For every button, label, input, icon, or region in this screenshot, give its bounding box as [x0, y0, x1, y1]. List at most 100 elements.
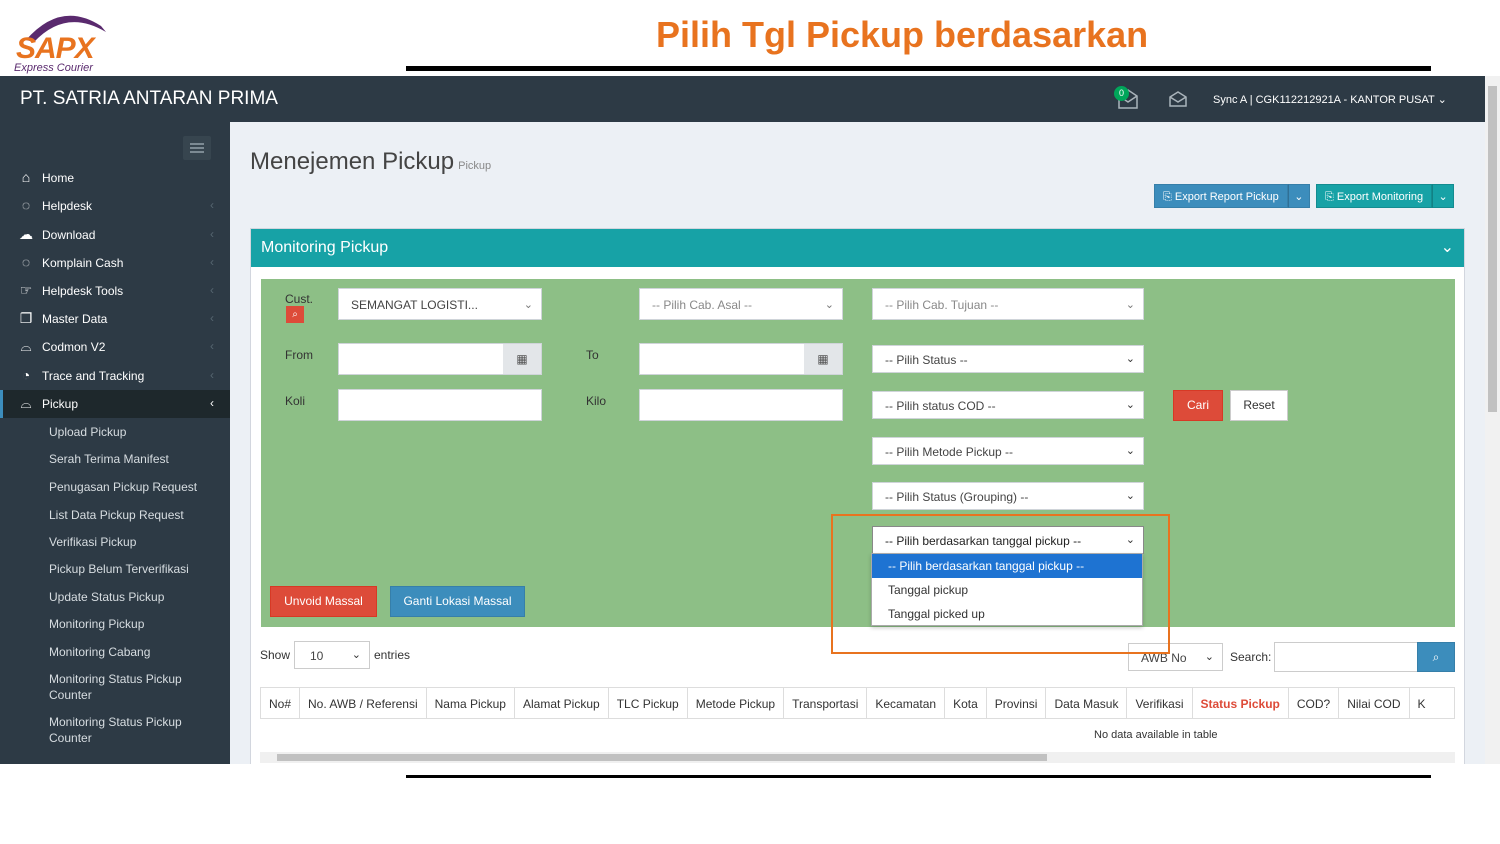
column-no[interactable]: No# — [261, 688, 301, 718]
divider-top — [406, 66, 1431, 71]
home-icon: ⌂ — [21, 169, 31, 185]
export-icon: ⎘ — [1163, 191, 1175, 203]
column-tlc-pickup[interactable]: TLC Pickup — [609, 688, 688, 718]
cab-asal-value: -- Pilih Cab. Asal -- — [652, 298, 753, 312]
submenu-upload-pickup[interactable]: Upload Pickup — [49, 424, 219, 440]
export-monitoring-label: Export Monitoring — [1336, 191, 1424, 203]
search-input[interactable] — [1274, 642, 1418, 672]
column-data-masuk[interactable]: Data Masuk — [1046, 688, 1128, 718]
status-cod-select[interactable]: -- Pilih status COD -- ⌄ — [872, 391, 1144, 419]
scrollbar-thumb[interactable] — [277, 754, 1047, 761]
chat-icon: ◌ — [21, 254, 31, 270]
cari-button[interactable]: Cari — [1173, 390, 1223, 421]
calendar-icon[interactable]: ▦ — [804, 344, 842, 374]
export-monitoring-dropdown-button[interactable]: ⌄ — [1432, 184, 1455, 208]
chevron-down-icon: ⌄ — [351, 649, 361, 661]
sidebar-item-home[interactable]: ⌂ Home — [0, 164, 230, 192]
column-kota[interactable]: Kota — [945, 688, 987, 718]
status-value: -- Pilih Status -- — [885, 353, 968, 367]
topbar: PT. SATRIA ANTARAN PRIMA 0 Sync A | CGK1… — [0, 76, 1485, 122]
slide-title: Pilih Tgl Pickup berdasarkan — [656, 14, 1149, 55]
page-title: Menejemen Pickup Pickup — [250, 148, 491, 176]
submenu-list-data-pickup[interactable]: List Data Pickup Request — [49, 507, 219, 523]
horizontal-scrollbar[interactable] — [260, 752, 1455, 763]
sidebar-item-codmon[interactable]: ⌓ Codmon V2 ‹ — [0, 333, 230, 361]
column-cod[interactable]: COD? — [1289, 688, 1340, 718]
sapx-logo: SAPX Express Courier — [6, 4, 110, 74]
chevron-down-icon: ⌄ — [824, 299, 834, 311]
column-k[interactable]: K — [1410, 688, 1434, 718]
page-title-text: Menejemen Pickup — [250, 148, 455, 175]
metode-pickup-select[interactable]: -- Pilih Metode Pickup -- ⌄ — [872, 437, 1144, 465]
sidebar-item-label: Trace and Tracking — [42, 369, 145, 383]
submenu-monitoring-cabang[interactable]: Monitoring Cabang — [49, 644, 219, 660]
user-menu[interactable]: Sync A | CGK112212921A - KANTOR PUSAT ⌄ — [1213, 93, 1447, 106]
sidebar-item-helpdesk[interactable]: ◌ Helpdesk ‹ — [0, 192, 230, 220]
kilo-input[interactable] — [639, 389, 843, 421]
kilo-label: Kilo — [586, 394, 607, 408]
column-kecamatan[interactable]: Kecamatan — [867, 688, 946, 718]
ganti-lokasi-massal-button[interactable]: Ganti Lokasi Massal — [390, 586, 525, 617]
from-date-input[interactable]: ▦ — [338, 343, 542, 375]
column-nama-pickup[interactable]: Nama Pickup — [427, 688, 515, 718]
submenu-penugasan-pickup[interactable]: Penugasan Pickup Request — [49, 479, 219, 495]
entries-select[interactable]: 10 ⌄ — [294, 641, 370, 669]
submenu-update-status-pickup[interactable]: Update Status Pickup — [49, 589, 219, 605]
column-transportasi[interactable]: Transportasi — [784, 688, 868, 718]
export-monitoring-group: ⎘ Export Monitoring ⌄ — [1316, 184, 1455, 208]
submenu-pickup-belum-terverifikasi[interactable]: Pickup Belum Terverifikasi — [49, 561, 219, 577]
column-awb[interactable]: No. AWB / Referensi — [300, 688, 427, 718]
vertical-scrollbar[interactable] — [1485, 76, 1500, 764]
sidebar-item-download[interactable]: ☁ Download ‹ — [0, 221, 230, 249]
search-icon[interactable]: ⌕ — [286, 306, 304, 323]
column-verifikasi[interactable]: Verifikasi — [1127, 688, 1193, 718]
column-status-pickup[interactable]: Status Pickup — [1193, 688, 1289, 718]
status-grouping-select[interactable]: -- Pilih Status (Grouping) -- ⌄ — [872, 482, 1144, 510]
submenu-monitoring-status-counter-2[interactable]: Monitoring Status Pickup Counter — [49, 714, 189, 746]
chevron-down-icon[interactable]: ⌄ — [1441, 237, 1454, 257]
export-monitoring-button[interactable]: ⎘ Export Monitoring — [1316, 184, 1433, 208]
submenu-serah-terima-manifest[interactable]: Serah Terima Manifest — [49, 451, 219, 467]
submenu-monitoring-status-counter[interactable]: Monitoring Status Pickup Counter — [49, 671, 189, 703]
chevron-down-icon: ⌄ — [1204, 651, 1214, 663]
sidebar-item-master-data[interactable]: ❐ Master Data ‹ — [0, 305, 230, 333]
submenu-monitoring-pickup[interactable]: Monitoring Pickup — [49, 616, 219, 632]
column-alamat-pickup[interactable]: Alamat Pickup — [515, 688, 609, 718]
sidebar-item-trace-tracking[interactable]: ◔ Trace and Tracking ‹ — [0, 362, 230, 390]
to-date-input[interactable]: ▦ — [639, 343, 843, 375]
column-provinsi[interactable]: Provinsi — [987, 688, 1047, 718]
export-report-label: Export Report Pickup — [1174, 191, 1279, 203]
scrollbar-thumb[interactable] — [1488, 86, 1497, 412]
koli-input[interactable] — [338, 389, 542, 421]
unvoid-massal-button[interactable]: Unvoid Massal — [270, 586, 377, 617]
submenu-verifikasi-pickup[interactable]: Verifikasi Pickup — [49, 534, 219, 550]
export-report-button[interactable]: ⎘ Export Report Pickup — [1154, 184, 1288, 208]
cab-asal-select[interactable]: -- Pilih Cab. Asal -- ⌄ — [639, 288, 843, 320]
from-label: From — [285, 348, 313, 362]
chevron-down-icon: ⌄ — [1294, 191, 1304, 203]
panel-header[interactable]: Monitoring Pickup ⌄ — [251, 229, 1464, 267]
export-report-dropdown-button[interactable]: ⌄ — [1287, 184, 1310, 208]
cloud-download-icon: ☁ — [19, 226, 33, 242]
search-button[interactable]: ⌕ — [1417, 642, 1455, 672]
sidebar-item-label: Home — [42, 171, 75, 185]
sidebar-item-label: Codmon V2 — [42, 340, 106, 354]
calendar-icon[interactable]: ▦ — [503, 344, 541, 374]
reset-button[interactable]: Reset — [1230, 390, 1288, 421]
customer-select[interactable]: SEMANGAT LOGISTI... ⌄ — [338, 288, 542, 320]
cab-tujuan-value: -- Pilih Cab. Tujuan -- — [885, 298, 999, 312]
chevron-left-icon: ‹ — [210, 311, 214, 325]
sidebar-item-pickup[interactable]: ⌓ Pickup ‹ — [0, 390, 230, 418]
search-label: Search: — [1230, 650, 1272, 664]
cab-tujuan-select[interactable]: -- Pilih Cab. Tujuan -- ⌄ — [872, 288, 1144, 320]
status-grouping-value: -- Pilih Status (Grouping) -- — [885, 490, 1029, 504]
status-select[interactable]: -- Pilih Status -- ⌄ — [872, 345, 1144, 373]
mail-icon[interactable] — [1168, 90, 1188, 108]
status-cod-value: -- Pilih status COD -- — [885, 399, 996, 413]
sidebar-item-helpdesk-tools[interactable]: ☞ Helpdesk Tools ‹ — [0, 277, 230, 305]
bag-icon: ⌓ — [20, 338, 32, 354]
sidebar-toggle-button[interactable] — [183, 136, 211, 160]
column-nilai-cod[interactable]: Nilai COD — [1339, 688, 1410, 718]
sidebar-item-komplain-cash[interactable]: ◌ Komplain Cash ‹ — [0, 249, 230, 277]
column-metode-pickup[interactable]: Metode Pickup — [688, 688, 785, 718]
